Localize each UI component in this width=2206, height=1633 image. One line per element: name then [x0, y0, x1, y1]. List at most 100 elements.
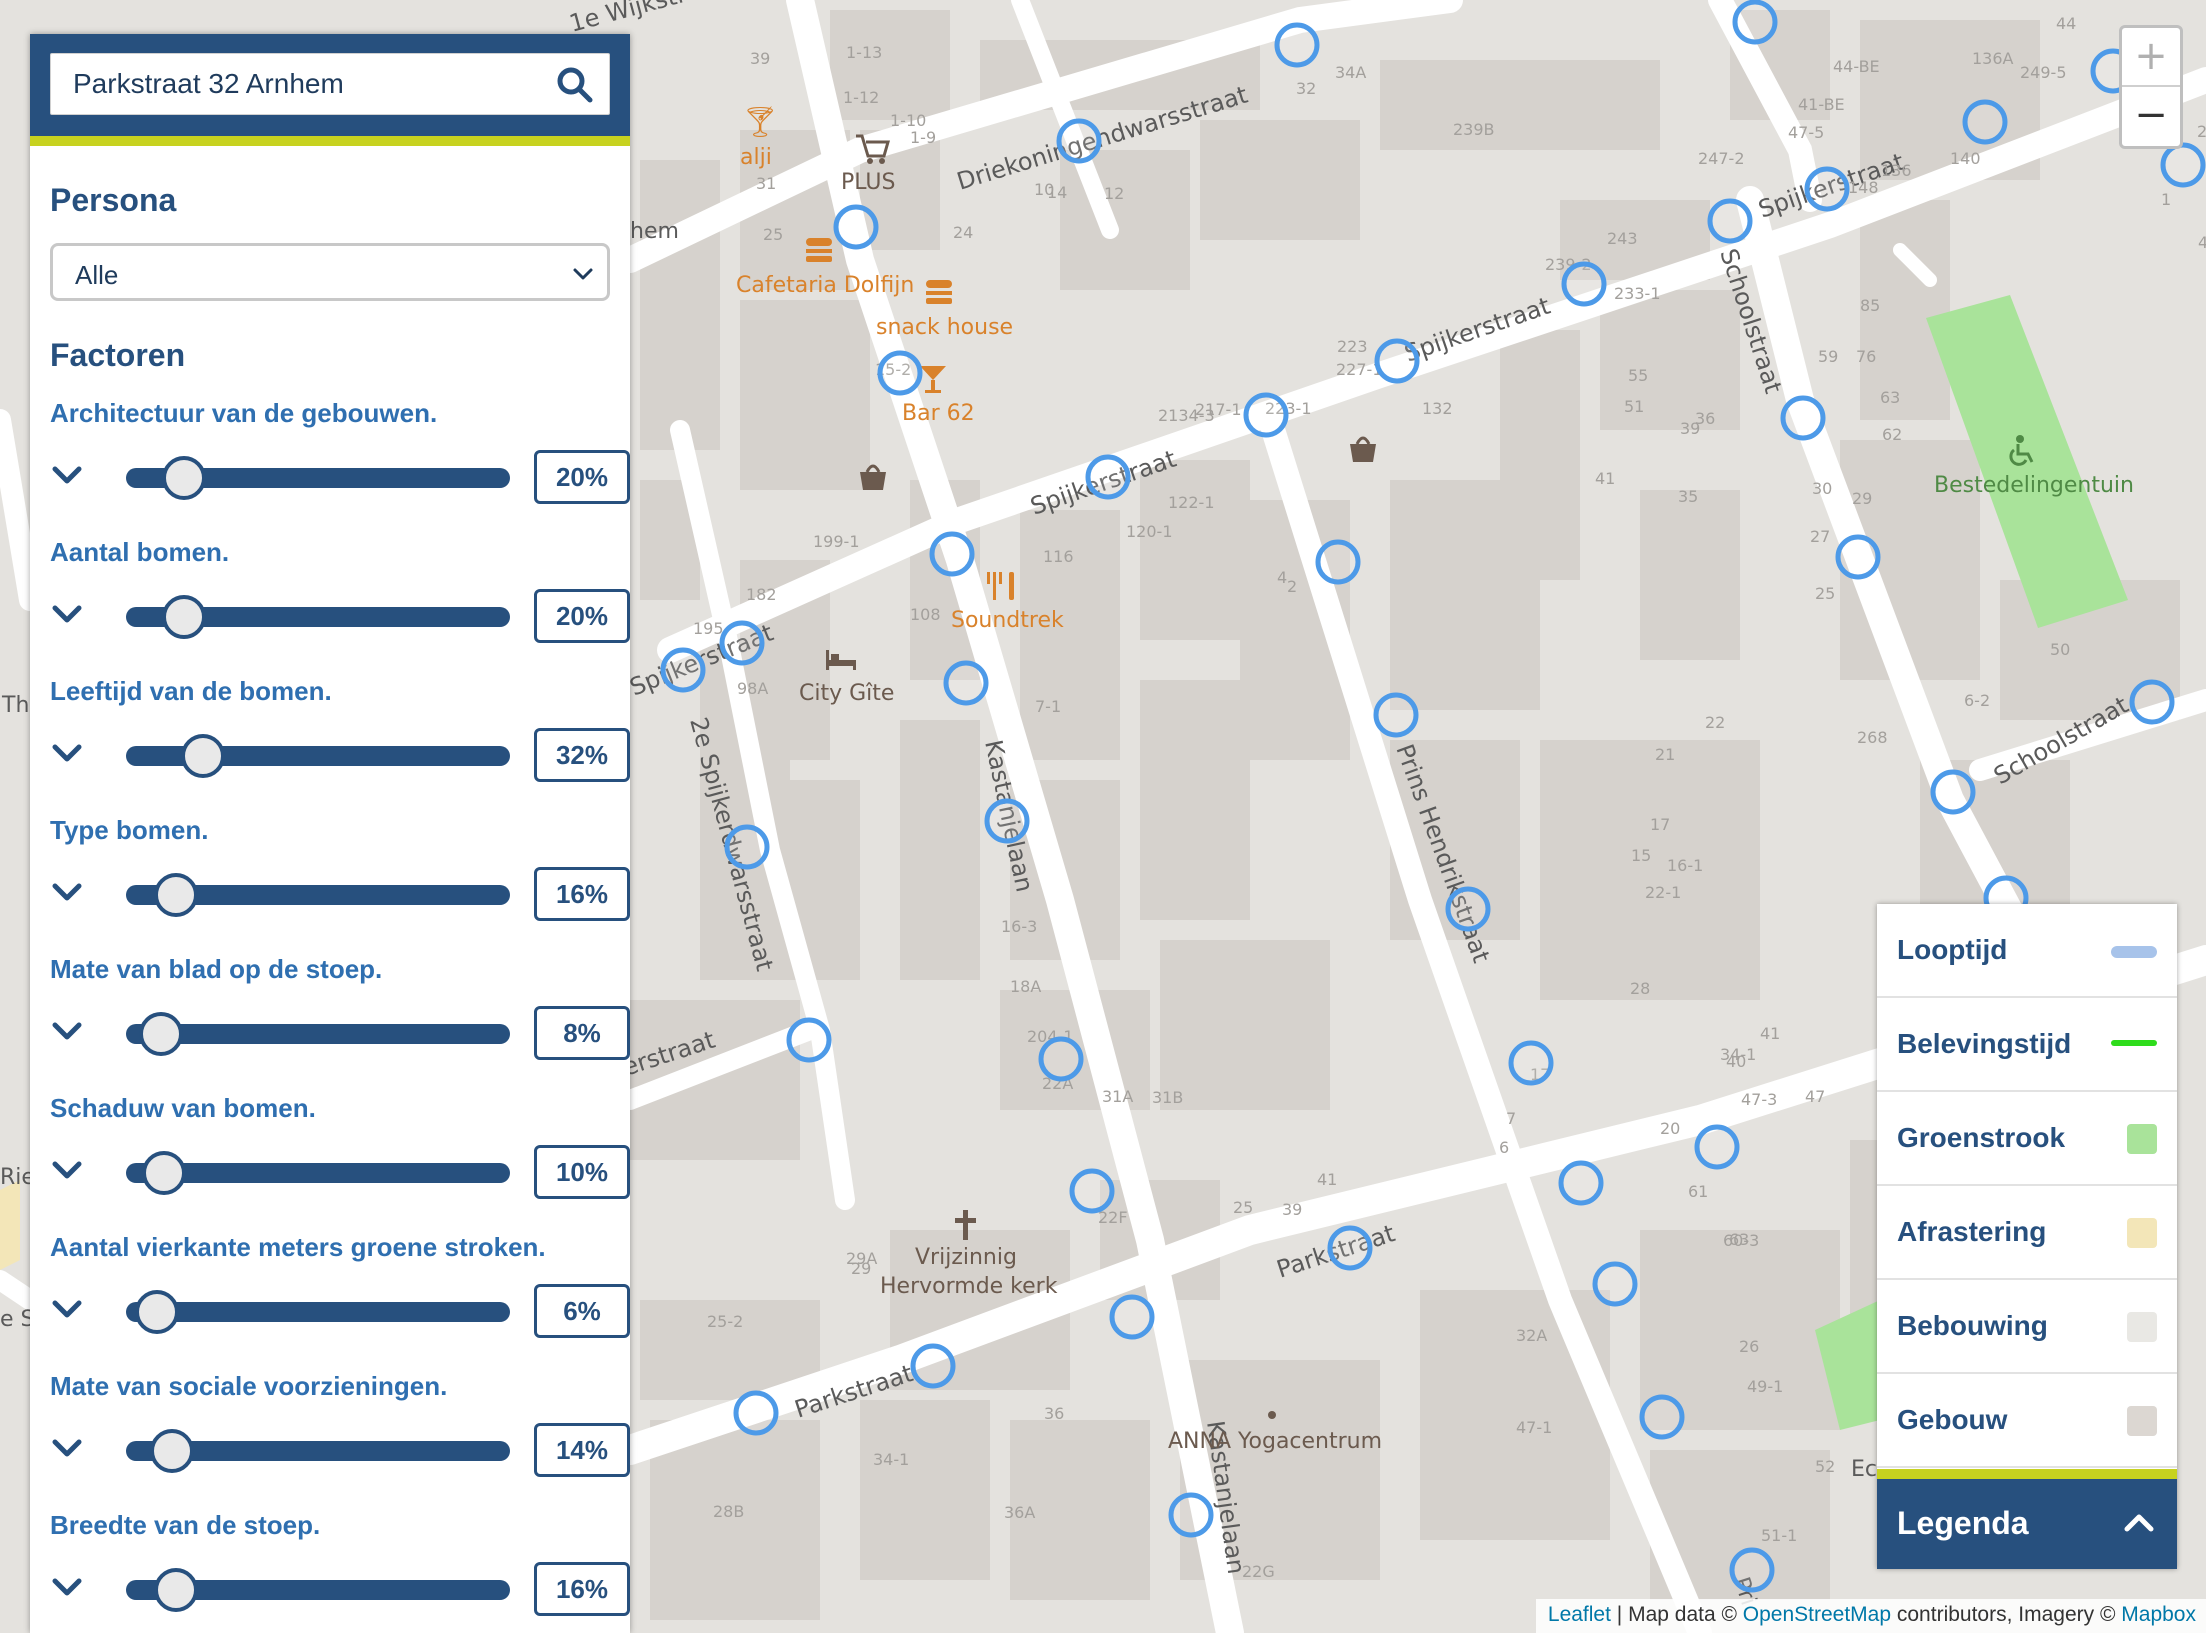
fence-area [0, 1180, 20, 1270]
poi-label: Cafetaria Dolfijn [736, 273, 914, 298]
factor-label: Breedte van de stoep. [50, 1510, 321, 1540]
factor-slider-track[interactable] [126, 1012, 510, 1056]
house-number: 2134-3 [1158, 406, 1215, 425]
factor-row: Aantal bomen. 20% [50, 537, 630, 676]
route-marker [786, 1017, 832, 1063]
factor-slider-thumb[interactable] [153, 1568, 198, 1612]
factor-row: Schaduw van bomen. 10% [50, 1093, 630, 1232]
factor-row: Aantal vierkante meters groene stroken. 6… [50, 1232, 630, 1371]
factor-slider-thumb[interactable] [150, 1429, 195, 1473]
factor-slider-track[interactable] [126, 1290, 510, 1334]
factor-slider-thumb[interactable] [161, 595, 206, 639]
factor-slider-thumb[interactable] [142, 1151, 187, 1195]
search-icon[interactable] [555, 65, 595, 105]
route-marker [877, 350, 923, 396]
leaflet-link[interactable]: Leaflet [1548, 1603, 1611, 1626]
house-number: 36 [1044, 1404, 1064, 1423]
factor-slider-thumb[interactable] [180, 734, 225, 778]
factor-label: Architectuur van de gebouwen. [50, 398, 438, 428]
house-number: 22-1 [1645, 883, 1681, 902]
house-number: 85 [1860, 296, 1880, 315]
house-number: 55 [1628, 366, 1648, 385]
chevron-down-icon[interactable] [50, 1153, 84, 1187]
zoom-in-button[interactable]: + [2122, 28, 2180, 87]
house-number: 20 [1660, 1119, 1680, 1138]
route-marker [719, 620, 765, 666]
legend-item: Belevingstijd [1877, 998, 2177, 1092]
search-input[interactable] [51, 54, 609, 114]
house-number: 136A [1972, 49, 2014, 68]
house-number: 98A [737, 679, 768, 698]
legend-toggle[interactable]: Legenda [1877, 1469, 2177, 1569]
factor-slider-thumb[interactable] [134, 1290, 179, 1334]
legend-label: Groenstrook [1897, 1122, 2066, 1153]
house-number: 76 [1856, 347, 1876, 366]
route-marker [1592, 1261, 1638, 1307]
legend-item: Looptijd [1877, 904, 2177, 998]
house-number: 233-1 [1614, 284, 1661, 303]
chevron-down-icon[interactable] [50, 597, 84, 631]
house-number: 136 [1881, 161, 1912, 180]
legend-box-swatch [2127, 1218, 2157, 1248]
house-number: 17 [1650, 815, 1670, 834]
factor-slider-track[interactable] [126, 456, 510, 500]
route-marker [1561, 261, 1607, 307]
house-number: 34-1 [873, 1450, 909, 1469]
house-number: 30 [1812, 479, 1832, 498]
factor-slider-track[interactable] [126, 595, 510, 639]
house-number: 50 [2050, 640, 2070, 659]
house-number: 47-1 [1516, 1418, 1552, 1437]
house-number: 4-1 [2198, 233, 2206, 252]
street-label: Ec [1851, 1457, 1877, 1482]
legend-box-swatch [2127, 1124, 2157, 1154]
factor-slider-track[interactable] [126, 1568, 510, 1612]
search-box [50, 53, 610, 115]
house-number: 1-13 [846, 43, 882, 62]
house-number: 4 [1277, 568, 1287, 587]
route-marker [1374, 338, 1420, 384]
mapbox-link[interactable]: Mapbox [2121, 1603, 2196, 1626]
factor-slider-track[interactable] [126, 734, 510, 778]
factor-slider-track[interactable] [126, 1151, 510, 1195]
house-number: 182 [746, 585, 777, 604]
house-number: 10 [1034, 180, 1054, 199]
factor-slider-thumb[interactable] [161, 456, 206, 500]
house-number: 120-1 [1126, 522, 1173, 541]
chevron-down-icon[interactable] [50, 1570, 84, 1604]
house-number: 15 [1631, 846, 1651, 865]
factor-label: Type bomen. [50, 815, 209, 845]
chevron-down-icon[interactable] [50, 458, 84, 492]
chevron-down-icon[interactable] [50, 736, 84, 770]
factor-slider-thumb[interactable] [138, 1012, 183, 1056]
factor-slider-track[interactable] [126, 873, 510, 917]
factor-row: Breedte van de stoep. 16% [50, 1510, 630, 1633]
osm-link[interactable]: OpenStreetMap [1743, 1603, 1891, 1626]
poi-label: PLUS [841, 170, 896, 195]
house-number: 59 [1818, 347, 1838, 366]
route-marker [833, 204, 879, 250]
poi-label: Vrijzinnig [915, 1245, 1017, 1270]
chevron-down-icon[interactable] [50, 875, 84, 909]
house-number: 28B [713, 1502, 744, 1521]
house-number: 249-5 [2020, 63, 2067, 82]
house-number: 247-2 [1698, 149, 1745, 168]
legend-panel: Looptijd Belevingstijd Groenstrook Afraster… [1877, 904, 2177, 1569]
poi-label: Bar 62 [902, 401, 975, 426]
route-marker [1508, 1040, 1554, 1086]
panel-body: Persona Alle Factoren Architectuur van d… [30, 146, 630, 1633]
chevron-down-icon[interactable] [50, 1014, 84, 1048]
house-number: 47-3 [1741, 1090, 1777, 1109]
zoom-out-button[interactable]: − [2122, 87, 2180, 146]
factor-label: Aantal bomen. [50, 537, 230, 567]
poi-label: Soundtrek [951, 608, 1064, 633]
chevron-down-icon [573, 268, 593, 280]
legend-title: Legenda [1897, 1505, 2029, 1541]
chevron-up-icon [2124, 1514, 2154, 1532]
legend-items: Looptijd Belevingstijd Groenstrook Afraster… [1877, 904, 2177, 1468]
house-number: 243 [1607, 229, 1638, 248]
factor-slider-track[interactable] [126, 1429, 510, 1473]
factor-slider-thumb[interactable] [153, 873, 198, 917]
persona-select[interactable]: Alle [50, 243, 610, 301]
chevron-down-icon[interactable] [50, 1431, 84, 1465]
chevron-down-icon[interactable] [50, 1292, 84, 1326]
